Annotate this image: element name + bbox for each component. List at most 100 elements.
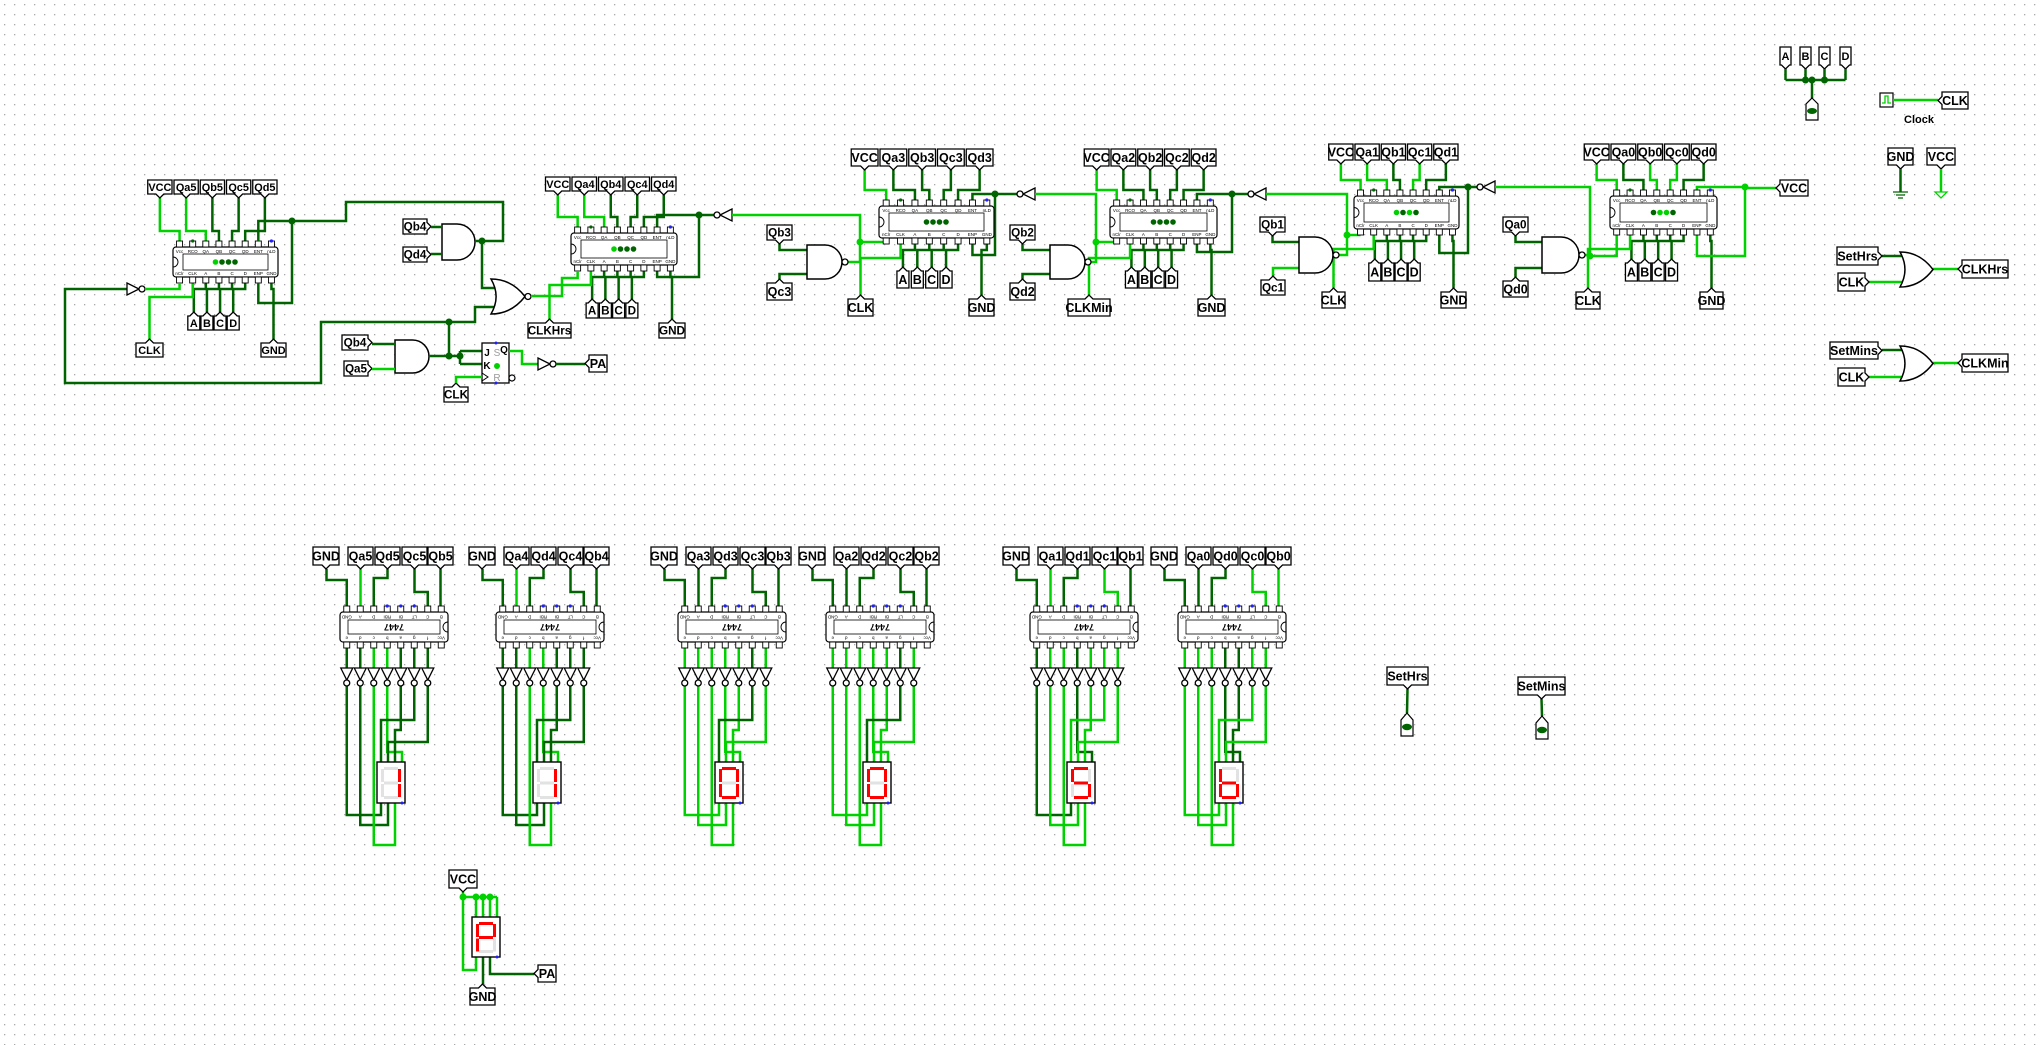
ground-tunnel-text: GND <box>469 990 497 1004</box>
chip-pin <box>437 641 445 649</box>
load-input-tunnel-text: C <box>927 273 936 287</box>
segment-b <box>1088 769 1091 782</box>
count-state-led <box>1150 219 1157 225</box>
count-state-led <box>225 259 232 265</box>
load-bus-tunnel-text: C <box>1821 51 1829 63</box>
pin-label: RBI <box>721 615 729 620</box>
nand-input-tunnel-text: Qb1 <box>1261 219 1284 232</box>
segment-g <box>540 781 554 785</box>
chip-pin <box>829 641 837 649</box>
pin-label: Vcc <box>593 636 601 641</box>
button-label-tunnel-text: SetHrs <box>1387 670 1427 684</box>
pin-label: LT <box>568 615 573 620</box>
load-input-tunnel: D <box>1664 258 1679 282</box>
pin-label: A <box>1642 223 1645 228</box>
bcd-input-tunnel-text: Qa1 <box>1039 550 1063 564</box>
chip-pin <box>856 641 864 649</box>
pin-label: QC <box>1167 208 1175 213</box>
chip-pin <box>1153 237 1161 245</box>
chip-pin <box>202 240 210 248</box>
wire <box>1585 253 1592 257</box>
chip-pin <box>775 641 783 649</box>
bcd-input-tunnel-text: Qc5 <box>403 550 427 564</box>
chip-pin <box>882 199 890 207</box>
set-input-tunnel: SetHrs <box>1836 246 1883 266</box>
chip-pin <box>241 276 249 284</box>
segment-a <box>1074 767 1088 770</box>
wire-junction <box>1821 76 1828 84</box>
chip-pin <box>1166 237 1174 245</box>
circuit-canvas[interactable]: VccnClrRCOCLKQAAQBBQCCQDDENTENPnLDGNDVCC… <box>0 0 2044 1045</box>
bcd-input-tunnel-text: Qd2 <box>861 550 885 564</box>
and-input-tunnel: Qb4 <box>341 334 373 351</box>
pin-label: Vcc <box>1613 198 1621 203</box>
chip-pin <box>968 237 976 245</box>
count-output-tunnel-text: Qd5 <box>254 182 275 194</box>
pin-label: RCO <box>1125 208 1135 213</box>
ff-state-indicator <box>494 363 500 369</box>
pin-state-dot <box>589 225 593 229</box>
pin-label: nClr <box>882 232 891 237</box>
and-input-tunnel: Qb4 <box>402 218 432 235</box>
pin-label: BI <box>737 615 741 620</box>
chip-pin <box>925 199 933 207</box>
wire <box>1540 698 1544 717</box>
chip-pin <box>1194 641 1202 649</box>
segment-c <box>736 784 739 797</box>
and-input-tunnel: Qd4 <box>402 246 432 263</box>
set-input-tunnel-text: SetMins <box>1830 344 1878 358</box>
chip-pin <box>775 605 783 613</box>
segment-b <box>554 769 557 782</box>
chip-pin <box>1680 189 1688 197</box>
count-state-led <box>1406 209 1413 216</box>
decoder-part-number: 7447 <box>1074 622 1094 632</box>
segment-c <box>1236 784 1239 797</box>
segment-e <box>1071 784 1074 797</box>
pin-label: RBI <box>539 615 547 620</box>
vcc-tunnel-text: VCC <box>450 873 476 887</box>
count-state-led <box>1157 219 1163 225</box>
pin-label: BI <box>555 615 559 620</box>
chip-pin <box>1275 605 1283 613</box>
clock-tunnel-text: CLK <box>1575 294 1601 308</box>
segment-b <box>736 769 739 782</box>
load-input-tunnel: C <box>1394 258 1408 282</box>
pin-label: QB <box>614 235 621 240</box>
chip-pin <box>694 605 702 613</box>
pin-label: Vcc <box>1113 208 1121 213</box>
load-input-tunnel-text: A <box>898 273 907 287</box>
clock-tunnel: CLK <box>1837 272 1870 292</box>
load-input-tunnel-text: B <box>1383 266 1392 280</box>
count-output-tunnel-text: Qc5 <box>228 182 249 194</box>
chip-pin <box>1193 199 1201 207</box>
chip-pin <box>1613 228 1621 236</box>
button-state-icon <box>1402 723 1412 731</box>
chip-pin <box>1383 189 1391 197</box>
count-state-led <box>1393 209 1400 216</box>
chip-pin <box>1194 605 1202 613</box>
bcd-input-tunnel-text: Qb5 <box>428 550 452 564</box>
chip-pin <box>383 641 391 649</box>
segment-g <box>479 936 493 939</box>
pin-label: CLK <box>896 232 905 237</box>
load-bus-tunnel: A <box>1779 46 1792 70</box>
chip-pin <box>176 240 184 248</box>
pin-label: nLD <box>267 249 276 254</box>
pin-label: GND <box>1031 615 1042 620</box>
pm-output-tunnel-text: PA <box>590 357 606 371</box>
count-output-tunnel-text: Qc3 <box>939 151 963 165</box>
chip-pin <box>869 641 877 649</box>
segment-b <box>493 924 496 937</box>
clock-tunnel-text: CLK <box>1942 94 1968 108</box>
ground-tunnel-text: GND <box>968 301 996 315</box>
load-bus-tunnel-text: A <box>1782 51 1790 63</box>
pin-state-dot <box>898 198 903 202</box>
pin-label: LT <box>1250 615 1255 620</box>
load-bus-tunnel: B <box>1799 46 1812 70</box>
pin-label: nLD <box>1706 198 1715 203</box>
chip-pin <box>923 641 931 649</box>
pin-label: CLK <box>188 271 197 276</box>
ground-tunnel-text: GND <box>798 550 826 564</box>
segment-d <box>479 950 493 953</box>
chip-pin <box>708 641 716 649</box>
